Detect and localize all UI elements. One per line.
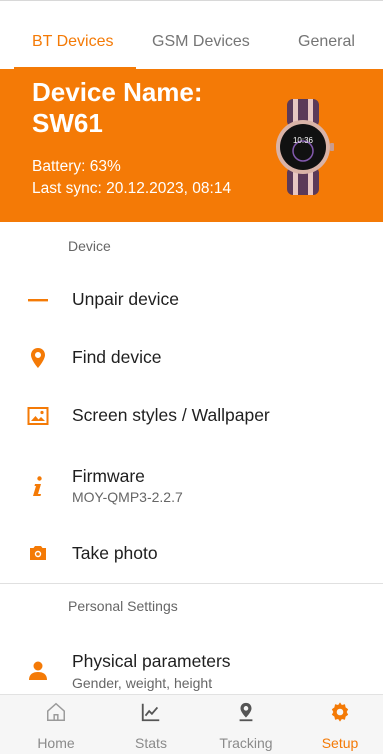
take-photo-item[interactable]: Take photo xyxy=(0,537,383,573)
nav-setup[interactable]: Setup xyxy=(302,695,378,755)
device-header-card: Device Name: SW61 Battery: 63% Last sync… xyxy=(0,69,383,222)
chart-icon xyxy=(140,701,162,723)
gear-icon xyxy=(329,701,351,723)
section-header-personal-settings: Personal Settings xyxy=(68,598,178,614)
nav-tracking-label: Tracking xyxy=(219,735,273,751)
firmware-label: Firmware xyxy=(72,466,145,486)
nav-stats[interactable]: Stats xyxy=(113,695,189,755)
tab-gsm-devices[interactable]: GSM Devices xyxy=(152,33,250,51)
find-device-item[interactable]: Find device xyxy=(0,340,383,376)
physical-parameters-sub: Gender, weight, height xyxy=(72,675,213,691)
section-divider xyxy=(0,583,383,584)
physical-parameters-label: Physical parameters xyxy=(72,651,231,671)
unpair-device-item[interactable]: Unpair device xyxy=(0,282,383,318)
dash-icon xyxy=(26,288,50,312)
location-pin-icon xyxy=(26,346,50,370)
device-name: Device Name: SW61 xyxy=(32,77,203,138)
camera-icon xyxy=(26,541,50,565)
battery-status: Battery: 63% xyxy=(32,158,121,175)
smartwatch-image: 10:36 xyxy=(276,99,334,195)
nav-stats-label: Stats xyxy=(135,735,167,751)
location-pin-icon xyxy=(235,701,257,723)
nav-home[interactable]: Home xyxy=(18,695,94,755)
physical-parameters-item[interactable]: Physical parameters Gender, weight, heig… xyxy=(0,648,383,694)
nav-tracking[interactable]: Tracking xyxy=(208,695,284,755)
tab-bt-devices[interactable]: BT Devices xyxy=(32,33,114,51)
bottom-navigation: Home Stats Tracking Setup xyxy=(0,694,383,754)
wallpaper-item[interactable]: Screen styles / Wallpaper xyxy=(0,398,383,434)
info-icon xyxy=(26,474,50,498)
home-icon xyxy=(45,701,67,723)
firmware-version: MOY-QMP3-2.2.7 xyxy=(72,489,183,505)
nav-setup-label: Setup xyxy=(321,735,359,751)
image-icon xyxy=(26,404,50,428)
firmware-item[interactable]: Firmware MOY-QMP3-2.2.7 xyxy=(0,462,383,510)
watch-face-time: 10:36 xyxy=(293,136,314,145)
nav-home-label: Home xyxy=(37,735,75,751)
section-header-device: Device xyxy=(68,238,111,254)
find-device-label: Find device xyxy=(72,347,162,367)
take-photo-label: Take photo xyxy=(72,543,158,563)
wallpaper-label: Screen styles / Wallpaper xyxy=(72,405,270,425)
device-tabs: BT Devices GSM Devices General xyxy=(0,0,383,70)
unpair-device-label: Unpair device xyxy=(72,289,179,309)
last-sync: Last sync: 20.12.2023, 08:14 xyxy=(32,180,232,197)
tab-general[interactable]: General xyxy=(298,33,355,51)
person-icon xyxy=(26,658,50,682)
